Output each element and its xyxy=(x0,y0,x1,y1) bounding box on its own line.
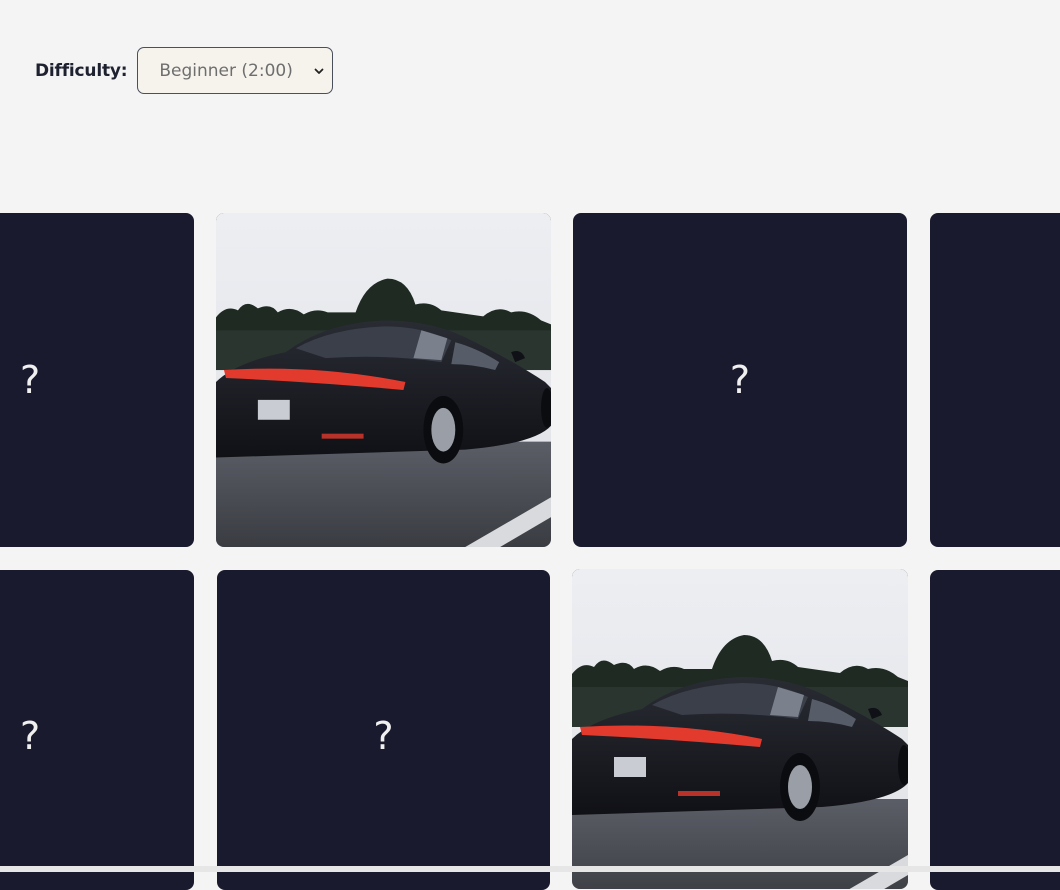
card-question-mark: ? xyxy=(20,358,41,402)
black-sedan-image xyxy=(572,569,908,889)
card-question-mark: ? xyxy=(373,714,394,758)
card-question-mark: ? xyxy=(20,714,41,758)
chevron-down-icon xyxy=(314,68,324,74)
memory-card-r1c3[interactable]: ? xyxy=(573,213,907,547)
difficulty-select[interactable]: Beginner (2:00) xyxy=(137,47,334,94)
difficulty-control: Difficulty: Beginner (2:00) xyxy=(35,47,334,94)
card-question-mark: ? xyxy=(729,358,751,402)
memory-card-r2c4[interactable] xyxy=(930,570,1060,890)
memory-card-r2c1[interactable]: ? xyxy=(0,570,194,890)
memory-card-r1c4[interactable] xyxy=(930,213,1060,547)
difficulty-label: Difficulty: xyxy=(35,60,128,81)
bottom-edge xyxy=(0,866,1060,872)
memory-card-r2c3[interactable] xyxy=(572,569,908,889)
memory-card-r1c2[interactable] xyxy=(216,213,551,547)
difficulty-selected-value: Beginner (2:00) xyxy=(159,60,293,81)
memory-card-r1c1[interactable]: ? xyxy=(0,213,194,547)
black-sedan-image xyxy=(216,213,551,547)
memory-card-r2c2[interactable]: ? xyxy=(217,570,550,890)
